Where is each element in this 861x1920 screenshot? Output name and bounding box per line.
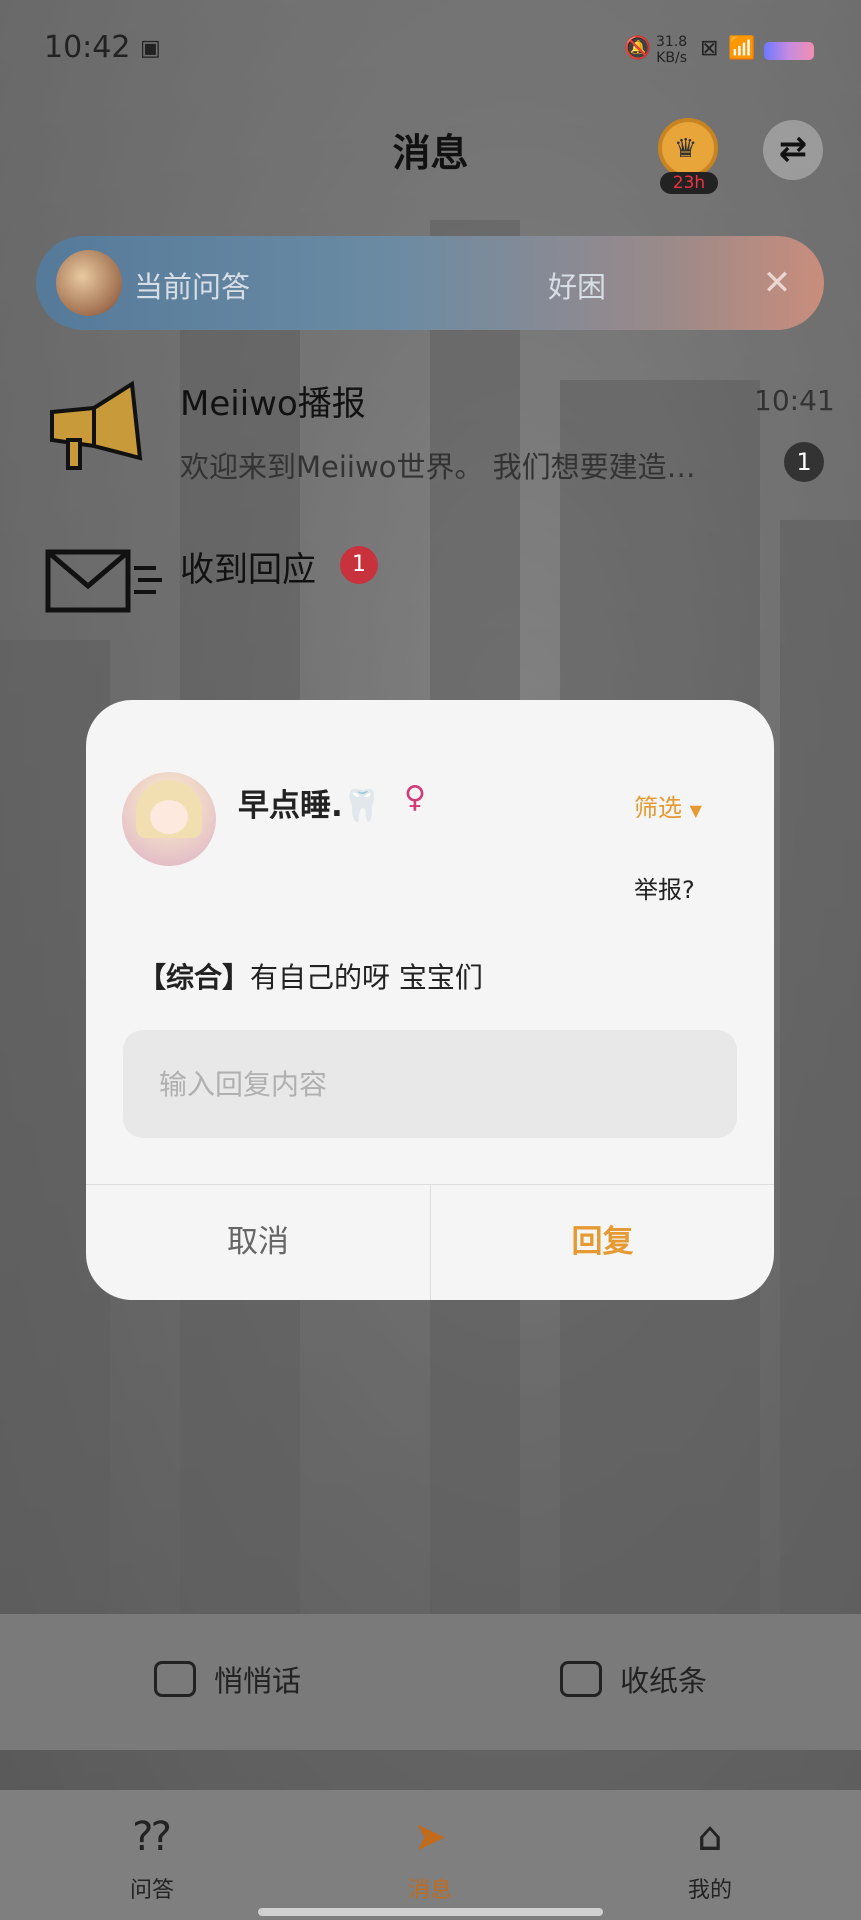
message-content: 【综合】有自己的呀 宝宝们 (138, 956, 483, 996)
status-bar: 10:42 ▣ 🔕 31.8 KB/s ⊠ 📶 (0, 0, 861, 100)
cancel-button[interactable]: 取消 (86, 1185, 430, 1300)
close-icon[interactable]: ✕ (752, 258, 802, 308)
mail-send-icon (154, 1661, 196, 1697)
reply-input[interactable] (123, 1030, 737, 1138)
caret-down-icon: ▼ (689, 801, 702, 820)
username: 早点睡.🦷 (238, 788, 382, 824)
whisper-label: 悄悄话 (214, 1664, 302, 1698)
network-speed: 31.8 KB/s (656, 34, 688, 66)
whisper-button[interactable]: 悄悄话 (154, 1658, 301, 1700)
filter-label: 筛选 (634, 794, 682, 822)
reply-button[interactable]: 回复 (431, 1185, 774, 1300)
collect-note-button[interactable]: 收纸条 (560, 1658, 707, 1700)
nav-item-qa[interactable]: ⁇ 问答 (82, 1790, 222, 1904)
crown-timer-badge: 23h (660, 172, 718, 194)
battery-icon (764, 42, 814, 60)
list-item-time: 10:41 (754, 384, 835, 417)
calendar-icon: ▣ (140, 36, 161, 61)
collect-label: 收纸条 (620, 1664, 708, 1698)
qa-avatar (56, 250, 122, 316)
user-avatar[interactable] (122, 772, 216, 866)
swap-button[interactable]: ⇄ (763, 120, 823, 180)
qa-text: 好困 (548, 270, 607, 304)
status-time: 10:42 (44, 30, 131, 65)
nav-label: 消息 (407, 1878, 452, 1903)
nav-item-messages[interactable]: ➤ 消息 (360, 1790, 500, 1904)
nav-item-me[interactable]: ⌂ 我的 (640, 1790, 780, 1904)
qa-label: 当前问答 (134, 270, 251, 304)
list-item-title: Meiiwo播报 (180, 384, 366, 424)
nav-label: 问答 (129, 1878, 174, 1903)
vip-crown-button[interactable]: ♛ (658, 118, 718, 178)
current-qa-bar[interactable]: 当前问答 好困 ✕ (36, 236, 824, 330)
report-link[interactable]: 举报? (634, 870, 695, 905)
home-icon: ⌂ (697, 1814, 723, 1860)
home-indicator[interactable] (258, 1908, 603, 1916)
swap-icon: ⇄ (778, 129, 808, 169)
gender-female-icon: ♀ (404, 780, 426, 815)
crown-icon: ♛ (674, 134, 698, 164)
message-text: 有自己的呀 宝宝们 (250, 961, 483, 994)
mail-search-icon (560, 1661, 602, 1697)
paper-plane-icon: ➤ (413, 1814, 447, 1860)
bottom-nav: ⁇ 问答 ➤ 消息 ⌂ 我的 (0, 1790, 861, 1920)
close-box-icon: ⊠ (700, 36, 719, 61)
unread-badge: 1 (784, 442, 824, 482)
page-title: 消息 (392, 131, 469, 175)
list-item-title: 收到回应 (180, 550, 316, 590)
qa-bubble-icon: ⁇ (133, 1814, 171, 1860)
action-bar: 悄悄话 收纸条 (0, 1614, 861, 1750)
megaphone-icon (50, 380, 143, 470)
message-tag: 【综合】 (138, 961, 251, 994)
envelope-fast-icon (45, 549, 162, 613)
nav-label: 我的 (687, 1878, 732, 1903)
bell-off-icon: 🔕 (624, 36, 652, 61)
unread-badge: 1 (340, 546, 378, 584)
reply-dialog: 早点睡.🦷 ♀ 筛选 ▼ 举报? 【综合】有自己的呀 宝宝们 取消 回复 (86, 700, 774, 1300)
list-item-preview: 欢迎来到Meiiwo世界。 我们想要建造… (180, 450, 696, 484)
wifi-icon: 📶 (728, 36, 756, 61)
filter-button[interactable]: 筛选 ▼ (634, 788, 702, 823)
